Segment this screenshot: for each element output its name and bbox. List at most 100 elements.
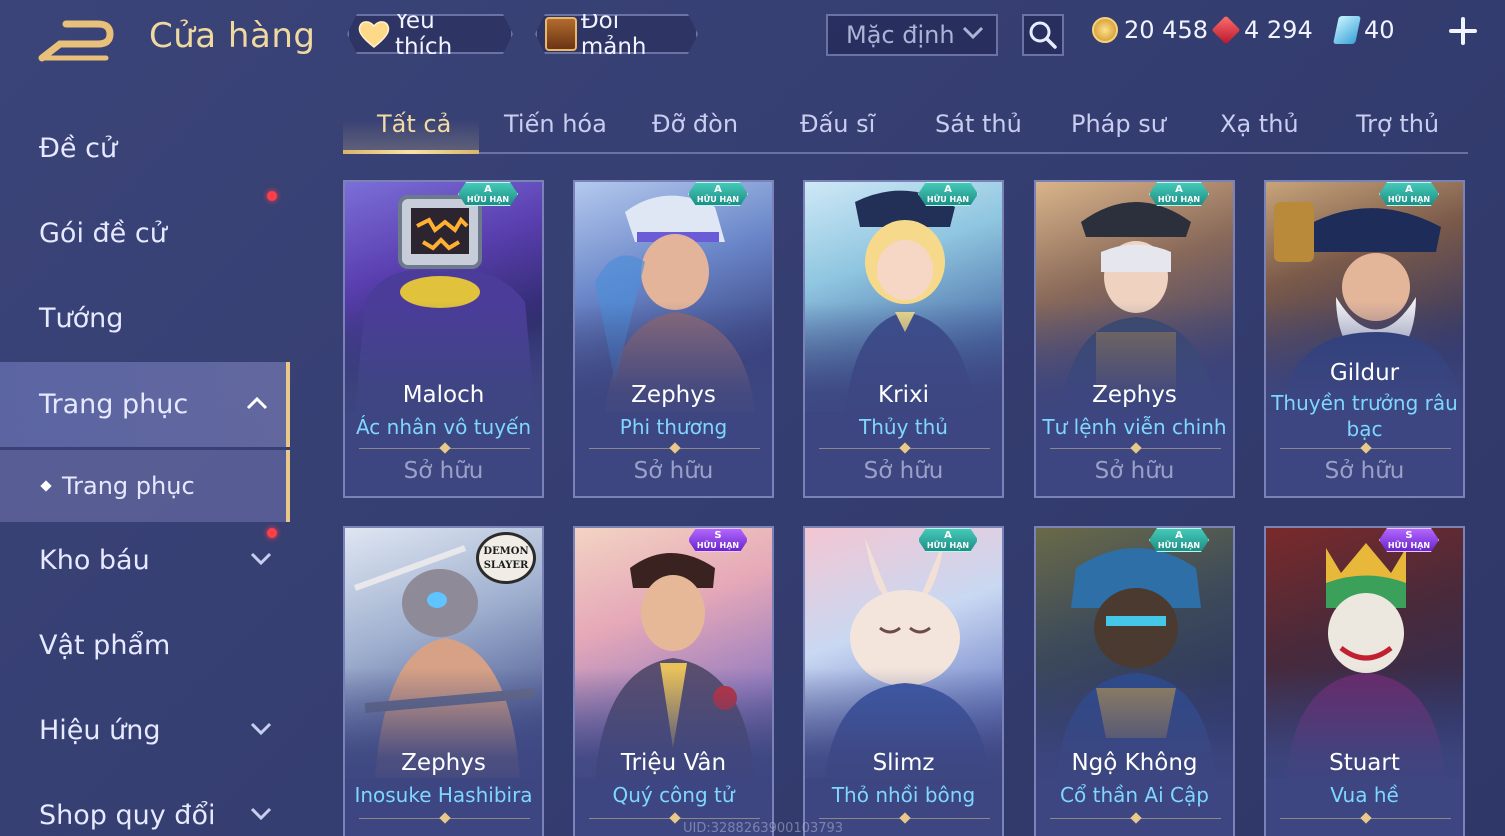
plus-icon[interactable] bbox=[1448, 16, 1478, 46]
sidebar-item-label: Shop quy đổi bbox=[39, 800, 216, 831]
ownership-status: Sở hữu bbox=[403, 458, 484, 484]
sidebar-item-heroes[interactable]: Tướng bbox=[0, 276, 290, 361]
chevron-down-icon bbox=[962, 26, 984, 40]
sidebar-subitem-skins[interactable]: Trang phục bbox=[0, 450, 290, 522]
skin-card[interactable]: A HỮU HẠN Slimz Thỏ nhồi bông bbox=[803, 526, 1004, 836]
hero-name: Ngộ Không bbox=[1071, 750, 1198, 776]
skin-name: Ác nhân vô tuyến bbox=[355, 415, 532, 439]
hero-name: Triệu Vân bbox=[620, 750, 727, 776]
skin-name: Thỏ nhồi bông bbox=[831, 783, 976, 807]
skin-name: Phi thương bbox=[619, 415, 728, 439]
search-icon bbox=[1029, 21, 1057, 49]
top-bar: Cửa hàng Yêu thích Đổi mảnh Mặc định 20 … bbox=[0, 0, 1505, 80]
sidebar-item-recommended[interactable]: Đề cử bbox=[0, 106, 290, 191]
gold-coin-icon bbox=[1092, 17, 1118, 43]
hero-name: Stuart bbox=[1329, 750, 1400, 776]
sidebar-item-label: Hiệu ứng bbox=[39, 715, 161, 746]
bullet-icon bbox=[40, 480, 52, 492]
sidebar-item-items[interactable]: Vật phẩm bbox=[0, 603, 290, 688]
sidebar-item-exchange-shop[interactable]: Shop quy đổi bbox=[0, 773, 290, 836]
limited-badge: A HỮU HẠN bbox=[1149, 528, 1209, 552]
back-arrow-icon[interactable] bbox=[38, 18, 118, 62]
skin-name: Thủy thủ bbox=[859, 415, 948, 439]
tab-marksman[interactable]: Xạ thủ bbox=[1220, 110, 1299, 138]
ownership-status: Sở hữu bbox=[633, 458, 714, 484]
ownership-status: Sở hữu bbox=[1094, 458, 1175, 484]
category-tabs: Tất cả Tiến hóa Đỡ đòn Đấu sĩ Sát thủ Ph… bbox=[343, 98, 1468, 154]
voucher-balance: 40 bbox=[1333, 16, 1395, 44]
sidebar-item-recommended-bundles[interactable]: Gói đề cử bbox=[0, 191, 290, 276]
chevron-down-icon bbox=[250, 552, 272, 566]
tab-fighter[interactable]: Đấu sĩ bbox=[800, 110, 875, 138]
exchange-shards-button[interactable]: Đổi mảnh bbox=[535, 14, 698, 54]
hero-name: Zephys bbox=[1092, 382, 1177, 408]
skin-name: Thuyền trưởng râu bạc bbox=[1271, 391, 1458, 441]
hero-name: Zephys bbox=[631, 382, 716, 408]
tab-evolution[interactable]: Tiến hóa bbox=[504, 110, 607, 138]
gem-balance: 4 294 bbox=[1211, 15, 1313, 45]
skin-card[interactable]: A HỮU HẠN Zephys Phi thương Sở hữu bbox=[573, 180, 774, 498]
skin-card[interactable]: A HỮU HẠN Zephys Tư lệnh viễn chinh Sở hữ… bbox=[1034, 180, 1235, 498]
sidebar-item-effects[interactable]: Hiệu ứng bbox=[0, 688, 290, 773]
sidebar-item-skins[interactable]: Trang phục bbox=[0, 362, 290, 447]
rank-letter: S bbox=[714, 530, 722, 541]
ruby-icon bbox=[1211, 15, 1241, 45]
skin-card[interactable]: S HỮU HẠN Triệu Vân Quý công tử bbox=[573, 526, 774, 836]
chevron-up-icon bbox=[246, 396, 268, 410]
limited-badge: S HỮU HẠN bbox=[688, 528, 748, 552]
notification-dot bbox=[267, 528, 277, 538]
sidebar-item-label: Tướng bbox=[39, 303, 124, 334]
gold-amount: 20 458 bbox=[1124, 16, 1208, 44]
chevron-down-icon bbox=[250, 722, 272, 736]
search-button[interactable] bbox=[1022, 14, 1064, 56]
hero-name: Slimz bbox=[872, 750, 935, 776]
limited-badge: A HỮU HẠN bbox=[688, 182, 748, 206]
sort-value: Mặc định bbox=[846, 21, 955, 49]
sidebar-item-treasure[interactable]: Kho báu bbox=[0, 518, 290, 603]
limited-badge: A HỮU HẠN bbox=[458, 182, 518, 206]
rank-letter: A bbox=[944, 530, 952, 541]
skin-card[interactable]: A HỮU HẠN Maloch Ác nhân vô tuyến Sở hữu bbox=[343, 180, 544, 498]
rank-letter: A bbox=[1175, 530, 1183, 541]
rank-letter: A bbox=[714, 184, 722, 195]
sidebar: Đề cử Gói đề cử Tướng Trang phục Trang p… bbox=[0, 100, 292, 836]
tab-mage[interactable]: Pháp sư bbox=[1071, 110, 1166, 138]
rank-letter: A bbox=[1405, 184, 1413, 195]
ownership-status: Sở hữu bbox=[1324, 458, 1405, 484]
gem-amount: 4 294 bbox=[1244, 16, 1313, 44]
rank-letter: A bbox=[944, 184, 952, 195]
tab-tank[interactable]: Đỡ đòn bbox=[652, 110, 738, 138]
limited-badge: A HỮU HẠN bbox=[918, 182, 978, 206]
uid-watermark: UID:3288263900103793 bbox=[683, 821, 844, 836]
limited-badge: A HỮU HẠN bbox=[1379, 182, 1439, 206]
chevron-down-icon bbox=[250, 807, 272, 821]
sidebar-item-label: Trang phục bbox=[39, 389, 189, 420]
skin-card[interactable]: A HỮU HẠN Gildur Thuyền trưởng râu bạc Sở… bbox=[1264, 180, 1465, 498]
heart-icon bbox=[357, 19, 391, 49]
exchange-label: Đổi mảnh bbox=[580, 8, 647, 60]
voucher-icon bbox=[1333, 16, 1361, 44]
limited-badge: A HỮU HẠN bbox=[918, 528, 978, 552]
skin-card[interactable]: S HỮU HẠN Stuart Vua hề bbox=[1264, 526, 1465, 836]
hero-name: Krixi bbox=[878, 382, 929, 408]
active-tab-underline bbox=[343, 150, 479, 154]
favorites-label: Yêu thích bbox=[394, 8, 453, 60]
tab-assassin[interactable]: Sát thủ bbox=[935, 110, 1022, 138]
skin-card[interactable]: A HỮU HẠN Ngộ Không Cổ thần Ai Cập bbox=[1034, 526, 1235, 836]
favorites-button[interactable]: Yêu thích bbox=[347, 14, 513, 54]
tab-support[interactable]: Trợ thủ bbox=[1356, 110, 1439, 138]
sidebar-item-label: Vật phẩm bbox=[39, 630, 171, 661]
skin-name: Cổ thần Ai Cập bbox=[1060, 783, 1209, 807]
limited-badge: S HỮU HẠN bbox=[1379, 528, 1439, 552]
demon-slayer-collab-logo: DEMON SLAYER bbox=[476, 532, 536, 584]
skin-card[interactable]: DEMON SLAYER Zephys Inosuke Hashibira bbox=[343, 526, 544, 836]
voucher-amount: 40 bbox=[1364, 16, 1395, 44]
skin-name: Quý công tử bbox=[612, 783, 735, 807]
hero-name: Gildur bbox=[1329, 360, 1400, 386]
tab-all[interactable]: Tất cả bbox=[377, 110, 451, 138]
sort-dropdown[interactable]: Mặc định bbox=[826, 14, 998, 56]
ownership-status: Sở hữu bbox=[863, 458, 944, 484]
page-title: Cửa hàng bbox=[149, 16, 316, 56]
skin-card[interactable]: A HỮU HẠN Krixi Thủy thủ Sở hữu bbox=[803, 180, 1004, 498]
sidebar-item-label: Trang phục bbox=[62, 472, 195, 500]
